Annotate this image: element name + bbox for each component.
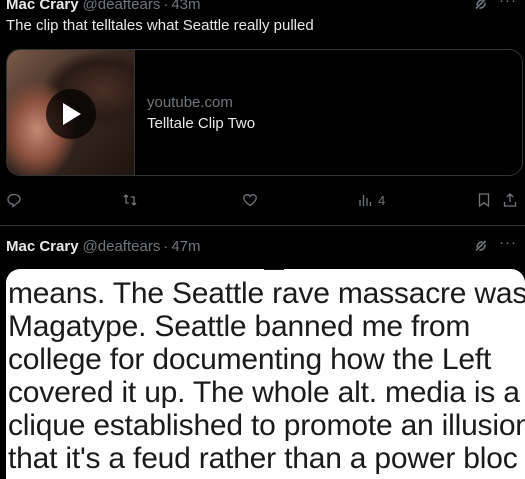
- views-count: 4: [378, 192, 386, 208]
- more-options-icon[interactable]: ···: [499, 235, 517, 250]
- bookmark-button[interactable]: [476, 192, 492, 208]
- card-title[interactable]: Telltale Clip Two: [147, 115, 255, 132]
- bookmark-icon: [478, 193, 490, 208]
- more-options-icon[interactable]: ···: [499, 0, 517, 8]
- play-icon[interactable]: [46, 89, 96, 139]
- grok-icon[interactable]: [473, 238, 489, 254]
- views-icon: [359, 195, 372, 206]
- reply-button[interactable]: [6, 192, 26, 208]
- tweet[interactable]: Mac Crary @deaftears · 43m ··· The clip …: [0, 0, 525, 219]
- share-button[interactable]: [502, 192, 518, 208]
- card-info: youtube.com Telltale Clip Two: [135, 50, 255, 175]
- retweet-button[interactable]: [122, 192, 142, 208]
- attached-image[interactable]: means. The Seattle rave massacre was Mag…: [6, 269, 525, 479]
- timestamp[interactable]: 47m: [171, 238, 200, 255]
- clipped-text-fragment: [264, 269, 284, 273]
- author-handle[interactable]: @deaftears: [83, 238, 161, 255]
- image-text-line: that it's a feud rather than a power blo…: [8, 442, 518, 475]
- share-icon: [503, 193, 517, 207]
- link-card[interactable]: youtube.com Telltale Clip Two: [6, 49, 523, 176]
- tweet-text: The clip that telltales what Seattle rea…: [6, 17, 314, 34]
- separator-dot: ·: [163, 0, 169, 13]
- image-text-line: covered it up. The whole alt. media is a: [8, 376, 520, 409]
- video-thumbnail[interactable]: [7, 50, 135, 175]
- heart-icon: [243, 194, 257, 207]
- tweet[interactable]: Mac Crary @deaftears · 47m ··· means. Th…: [0, 225, 525, 479]
- views-button[interactable]: 4: [358, 192, 385, 208]
- retweet-icon: [123, 194, 137, 206]
- separator-dot: ·: [163, 237, 169, 255]
- tweet-header: Mac Crary @deaftears · 47m ···: [6, 235, 517, 256]
- image-text-line: means. The Seattle rave massacre was: [8, 277, 525, 310]
- image-text-line: clique established to promote an illusio…: [8, 409, 525, 442]
- author-name[interactable]: Mac Crary: [6, 238, 79, 255]
- grok-icon[interactable]: [473, 0, 489, 12]
- card-domain: youtube.com: [147, 93, 233, 111]
- reply-icon: [7, 193, 21, 208]
- like-button[interactable]: [242, 192, 262, 208]
- action-bar: 4: [6, 190, 521, 210]
- tweet-header: Mac Crary @deaftears · 43m ···: [6, 0, 517, 14]
- image-text-line: Magatype. Seattle banned me from: [8, 310, 471, 343]
- timestamp[interactable]: 43m: [171, 0, 200, 13]
- author-name[interactable]: Mac Crary: [6, 0, 79, 13]
- image-text-line: college for documenting how the Left: [8, 343, 492, 376]
- author-handle[interactable]: @deaftears: [83, 0, 161, 13]
